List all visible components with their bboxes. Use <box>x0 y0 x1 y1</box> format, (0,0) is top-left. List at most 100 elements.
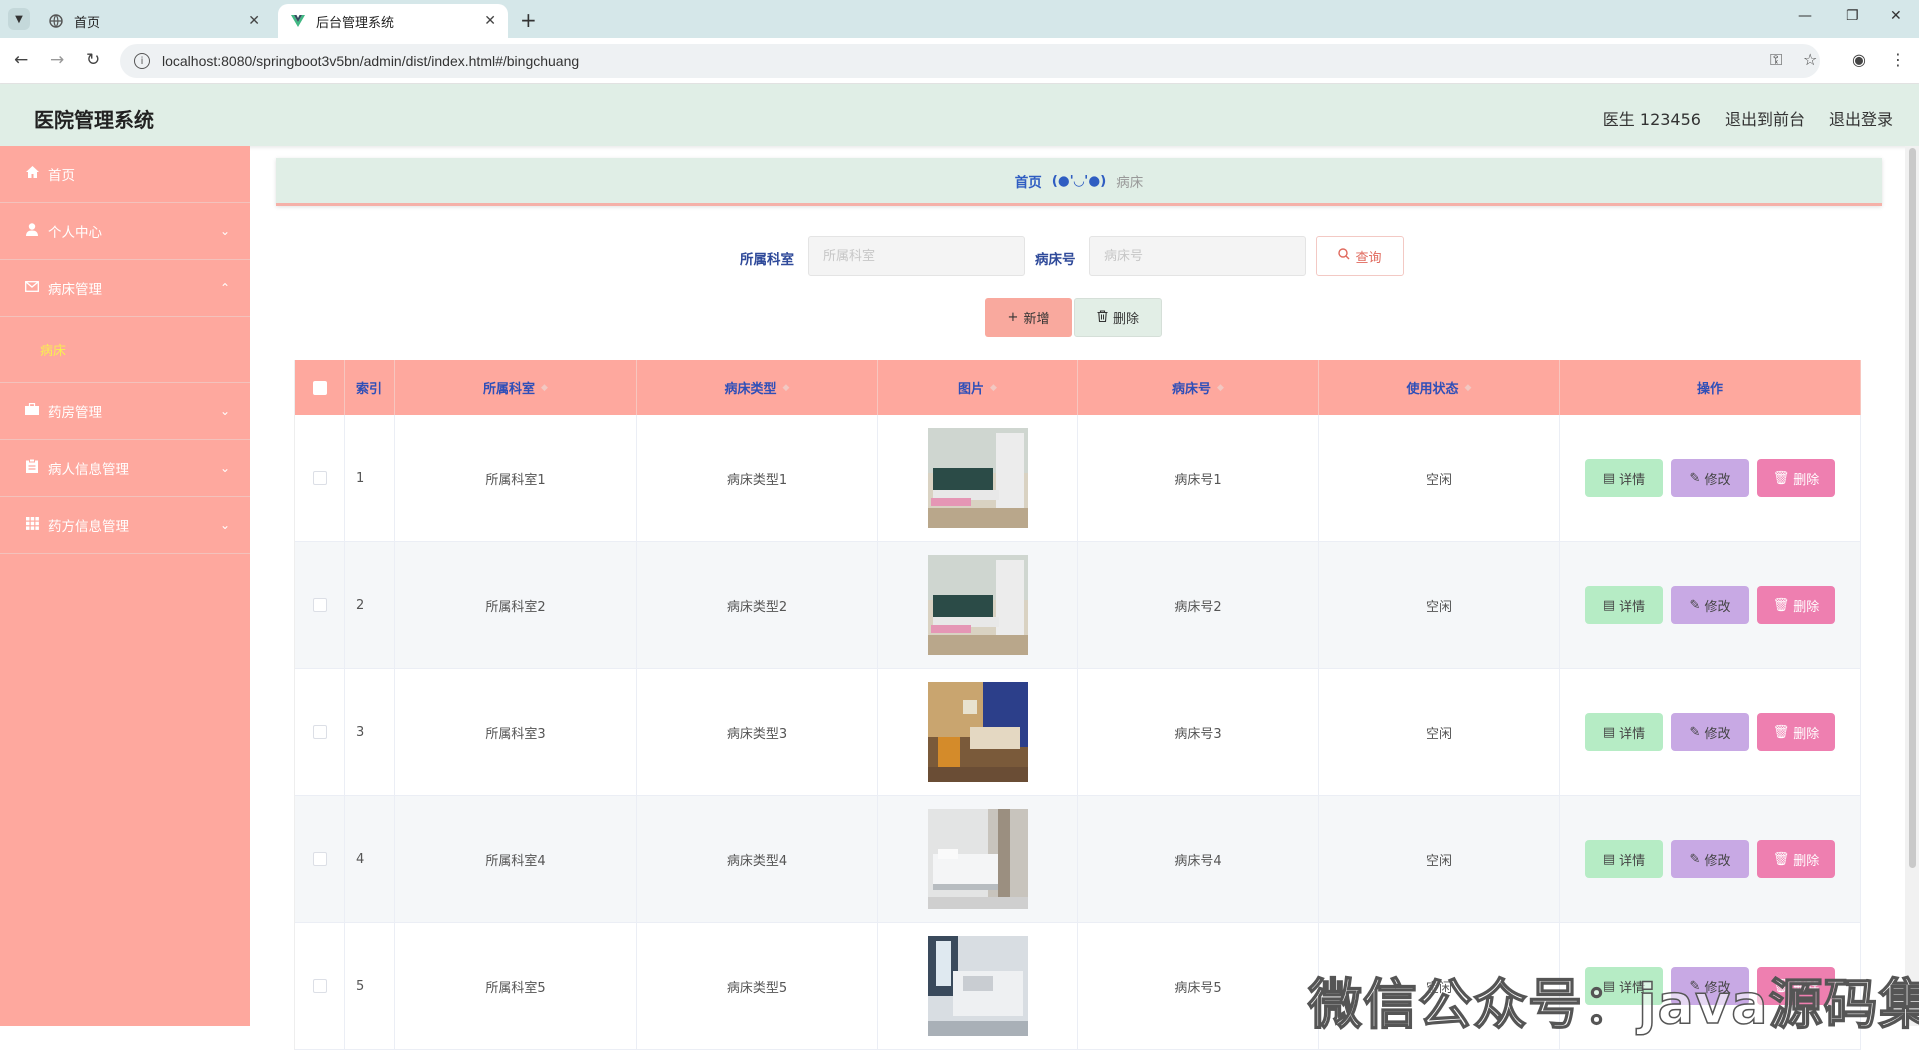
dept-search-input[interactable] <box>808 236 1025 276</box>
row-checkbox[interactable] <box>312 598 327 612</box>
profile-icon[interactable]: ◉ <box>1852 50 1866 69</box>
chevron-up-icon: ⌃ <box>219 281 230 295</box>
row-index: 5 <box>345 923 395 1049</box>
forward-icon[interactable]: → <box>50 50 64 70</box>
sidebar-subitem-bed[interactable]: 病床 <box>0 317 250 383</box>
row-checkbox[interactable] <box>312 979 327 993</box>
bookmark-star-icon[interactable]: ☆ <box>1803 50 1817 69</box>
minimize-icon[interactable]: — <box>1798 8 1812 24</box>
address-bar: ← → ↻ i localhost:8080/springboot3v5bn/a… <box>0 38 1919 84</box>
delete-button[interactable]: 🗑 删除 <box>1757 586 1835 624</box>
sort-icon[interactable]: ◆ <box>541 383 548 393</box>
key-icon[interactable]: ⚿ <box>1770 50 1782 70</box>
pencil-icon: ✎ <box>1689 724 1701 740</box>
site-info-icon[interactable]: i <box>134 53 150 69</box>
trash-icon: 🗑 <box>1772 851 1790 867</box>
edit-button[interactable]: ✎ 修改 <box>1671 713 1749 751</box>
edit-label: 修改 <box>1704 599 1731 615</box>
more-menu-icon[interactable]: ⋮ <box>1890 50 1906 69</box>
sidebar-item-patient-info[interactable]: 病人信息管理 ⌄ <box>0 440 250 497</box>
table-row: 3 所属科室3 病床类型3 病床号3 空闲 ▤ 详情 ✎ 修改 🗑 删除 <box>295 669 1861 796</box>
column-header-type[interactable]: 病床类型 ◆ <box>637 360 878 415</box>
page-scrollbar-thumb[interactable] <box>1909 148 1916 868</box>
row-dept: 所属科室3 <box>395 669 637 795</box>
row-type: 病床类型5 <box>637 923 878 1049</box>
row-checkbox[interactable] <box>312 852 327 866</box>
row-dept: 所属科室1 <box>395 415 637 541</box>
column-header-label: 索引 <box>356 382 383 397</box>
clipboard-icon <box>24 458 40 477</box>
delete-button[interactable]: 🗑 删除 <box>1757 713 1835 751</box>
delete-label: 删除 <box>1793 726 1820 742</box>
delete-button[interactable]: 🗑 删除 <box>1757 459 1835 497</box>
edit-button[interactable]: ✎ 修改 <box>1671 586 1749 624</box>
sort-icon[interactable]: ◆ <box>990 383 997 393</box>
close-icon[interactable]: ✕ <box>484 13 496 29</box>
detail-button[interactable]: ▤ 详情 <box>1585 459 1663 497</box>
url-field[interactable]: i localhost:8080/springboot3v5bn/admin/d… <box>120 44 1820 78</box>
edit-label: 修改 <box>1704 726 1731 742</box>
home-icon <box>24 166 40 182</box>
trash-icon <box>1097 309 1108 326</box>
column-header-label: 使用状态 <box>1406 382 1459 397</box>
mail-icon <box>24 280 40 296</box>
row-checkbox[interactable] <box>312 725 327 739</box>
sidebar-item-label: 首页 <box>48 168 75 184</box>
logout-link[interactable]: 退出登录 <box>1829 106 1893 130</box>
detail-label: 详情 <box>1619 599 1646 615</box>
column-header-status[interactable]: 使用状态 ◆ <box>1319 360 1560 415</box>
row-dept: 所属科室4 <box>395 796 637 922</box>
detail-label: 详情 <box>1619 853 1646 869</box>
column-header-label: 病床类型 <box>724 382 777 397</box>
bed-no-search-input[interactable] <box>1089 236 1306 276</box>
row-dept: 所属科室5 <box>395 923 637 1049</box>
bed-photo <box>927 936 1028 1036</box>
column-header-dept[interactable]: 所属科室 ◆ <box>395 360 637 415</box>
row-status: 空闲 <box>1319 415 1560 541</box>
breadcrumb-separator: (●'◡'●) <box>1051 172 1107 189</box>
plus-icon: + <box>1007 310 1019 325</box>
back-icon[interactable]: ← <box>14 50 28 70</box>
row-checkbox[interactable] <box>312 471 327 485</box>
detail-button[interactable]: ▤ 详情 <box>1585 713 1663 751</box>
reload-icon[interactable]: ↻ <box>86 50 100 70</box>
browser-tab-admin[interactable]: 后台管理系统 ✕ <box>278 4 508 38</box>
detail-button[interactable]: ▤ 详情 <box>1585 586 1663 624</box>
column-header-image[interactable]: 图片 ◆ <box>878 360 1078 415</box>
select-all-checkbox[interactable] <box>312 380 327 395</box>
window-close-icon[interactable]: ✕ <box>1890 8 1902 24</box>
sidebar-subitem-label: 病床 <box>40 344 67 359</box>
back-to-front-link[interactable]: 退出到前台 <box>1725 106 1805 130</box>
close-icon[interactable]: ✕ <box>248 13 260 29</box>
breadcrumb: 首页 (●'◡'●) 病床 <box>276 158 1882 206</box>
tab-search-icon[interactable]: ▼ <box>8 8 30 30</box>
new-tab-icon[interactable]: + <box>520 8 537 32</box>
query-button[interactable]: 查询 <box>1316 236 1404 276</box>
watermark-text: 微信公众号：java源码集合 <box>1307 972 1919 1037</box>
sidebar-item-prescription-info[interactable]: 药方信息管理 ⌄ <box>0 497 250 554</box>
search-icon <box>1338 248 1350 264</box>
sidebar-item-pharmacy-management[interactable]: 药房管理 ⌄ <box>0 383 250 440</box>
edit-button[interactable]: ✎ 修改 <box>1671 459 1749 497</box>
add-button[interactable]: + 新增 <box>985 298 1072 337</box>
document-icon: ▤ <box>1602 851 1616 867</box>
sidebar-item-home[interactable]: 首页 <box>0 146 250 203</box>
browser-tab-home[interactable]: 首页 ✕ <box>36 4 272 38</box>
breadcrumb-home[interactable]: 首页 <box>1015 171 1042 191</box>
batch-delete-button[interactable]: 删除 <box>1074 298 1162 337</box>
pencil-icon: ✎ <box>1689 851 1701 867</box>
bed-no-label: 病床号 <box>1035 252 1076 268</box>
detail-button[interactable]: ▤ 详情 <box>1585 840 1663 878</box>
delete-label: 删除 <box>1793 853 1820 869</box>
row-dept: 所属科室2 <box>395 542 637 668</box>
query-button-label: 查询 <box>1355 250 1382 266</box>
sort-icon[interactable]: ◆ <box>1217 383 1224 393</box>
column-header-bed-no[interactable]: 病床号 ◆ <box>1078 360 1319 415</box>
sort-icon[interactable]: ◆ <box>783 383 790 393</box>
delete-button[interactable]: 🗑 删除 <box>1757 840 1835 878</box>
add-button-label: 新增 <box>1023 312 1050 327</box>
restore-icon[interactable]: ❐ <box>1846 8 1859 24</box>
batch-delete-label: 删除 <box>1112 312 1139 327</box>
sort-icon[interactable]: ◆ <box>1465 383 1472 393</box>
edit-button[interactable]: ✎ 修改 <box>1671 840 1749 878</box>
